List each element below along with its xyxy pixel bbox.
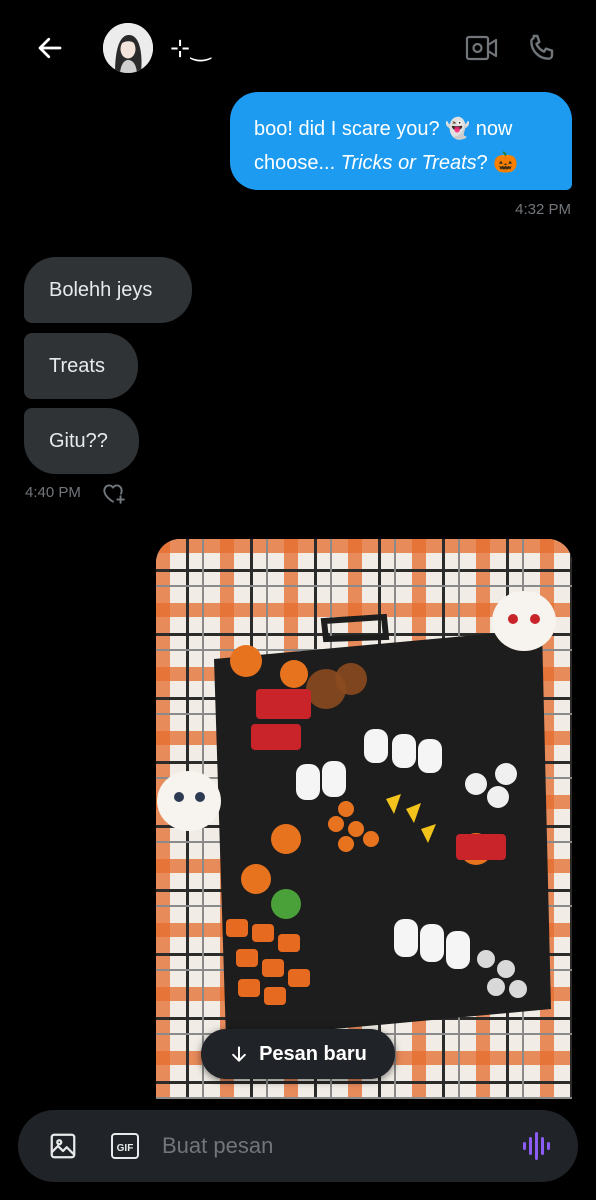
avatar[interactable] xyxy=(103,23,153,73)
outgoing-message-bubble[interactable]: boo! did I scare you? 👻 now choose... Tr… xyxy=(230,92,572,190)
message-timestamp: 4:32 PM xyxy=(515,201,571,218)
chat-header: ⊹‿ xyxy=(0,0,596,96)
add-image-button[interactable] xyxy=(48,1131,78,1161)
gif-label: GIF xyxy=(117,1143,134,1154)
image-message[interactable] xyxy=(156,539,572,1099)
incoming-message-bubble[interactable]: Gitu?? xyxy=(24,408,139,474)
voice-wave-icon xyxy=(523,1132,550,1160)
message-text-italic: Tricks or Treats xyxy=(340,152,477,174)
message-text-end: ? 🎃 xyxy=(476,152,519,174)
arrow-left-icon xyxy=(38,37,62,59)
message-composer: GIF xyxy=(18,1110,578,1182)
heart-plus-icon xyxy=(103,484,125,504)
message-timestamp: 4:40 PM xyxy=(25,484,81,501)
incoming-message-bubble[interactable]: Treats xyxy=(24,333,138,399)
message-input[interactable] xyxy=(162,1130,502,1162)
add-reaction-button[interactable] xyxy=(100,480,126,506)
phone-icon xyxy=(530,34,554,60)
gif-icon: GIF xyxy=(111,1133,139,1159)
back-button[interactable] xyxy=(30,28,70,68)
video-camera-icon xyxy=(465,35,498,61)
voice-message-button[interactable] xyxy=(520,1130,554,1162)
new-messages-button[interactable]: Pesan baru xyxy=(201,1029,395,1079)
incoming-message-bubble[interactable]: Bolehh jeys xyxy=(24,257,192,323)
new-messages-label: Pesan baru xyxy=(259,1042,367,1065)
add-gif-button[interactable]: GIF xyxy=(110,1131,140,1161)
arrow-down-icon xyxy=(232,1046,246,1062)
video-call-button[interactable] xyxy=(462,30,502,66)
voice-call-button[interactable] xyxy=(522,28,562,68)
contact-name[interactable]: ⊹‿ xyxy=(170,34,211,63)
image-icon xyxy=(50,1133,76,1159)
